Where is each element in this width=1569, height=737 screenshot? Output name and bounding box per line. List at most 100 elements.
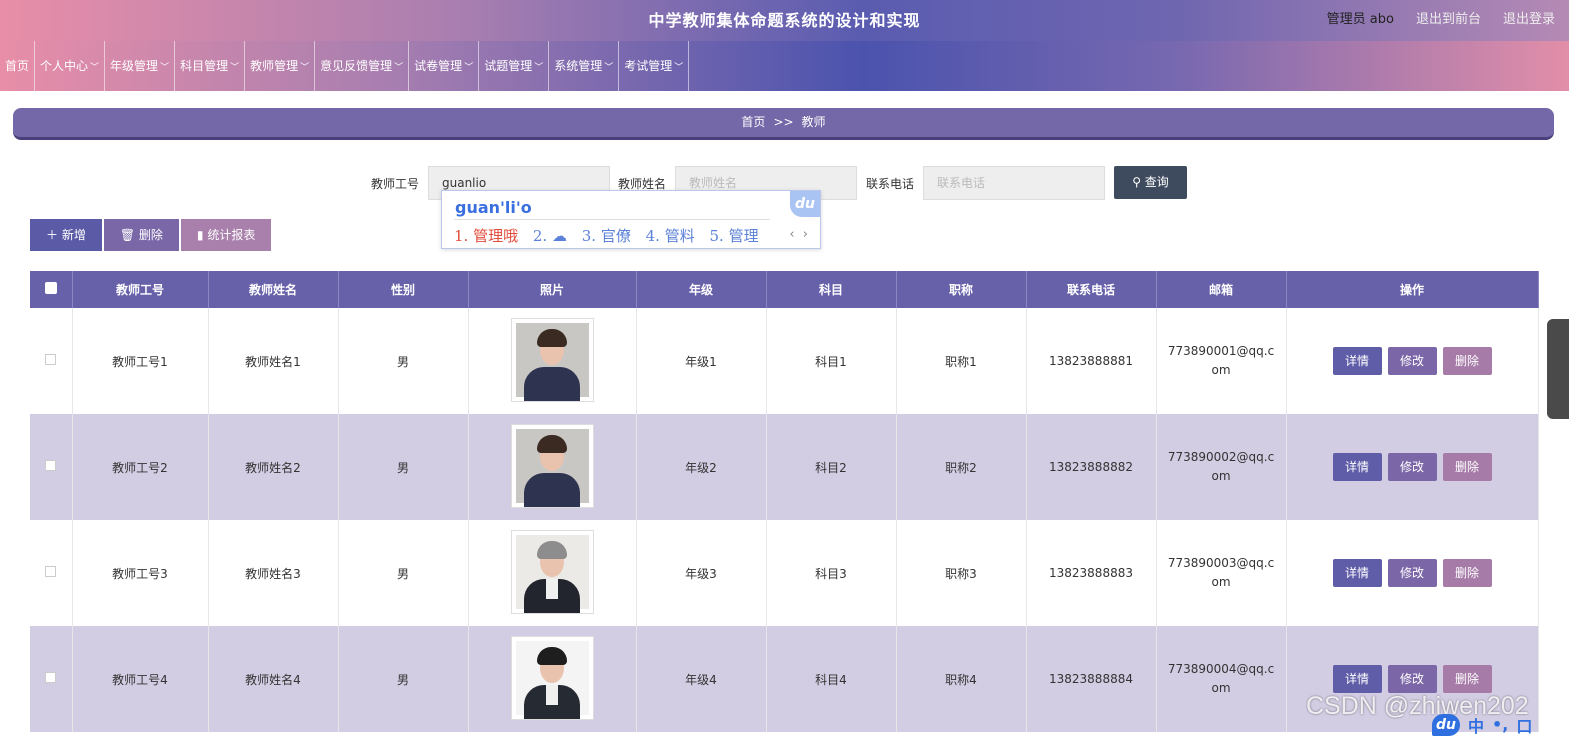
cell-phone: 13823888881 (1026, 308, 1157, 414)
user-area: 管理员 abo 退出到前台 退出登录 (1327, 8, 1555, 27)
chevron-right-icon: › (802, 227, 808, 242)
back-to-front-link[interactable]: 退出到前台 (1416, 8, 1481, 27)
nav-item-home[interactable]: 首页 (0, 41, 36, 91)
ime-tray-logo-icon[interactable]: du (1432, 713, 1460, 736)
col-header: 照片 (468, 271, 637, 308)
ime-pinyin: guan'li'o (455, 198, 532, 217)
cell-teacher-no: 教师工号2 (72, 414, 209, 520)
ime-keyboard-icon[interactable]: 口 (1516, 713, 1532, 737)
remove-button[interactable]: 删除 (1442, 665, 1492, 693)
cell-photo (468, 626, 637, 732)
detail-button[interactable]: 详情 (1332, 453, 1382, 481)
cell-teacher-no: 教师工号1 (72, 308, 209, 414)
nav-item-question[interactable]: 试题管理 ﹀ (479, 41, 550, 91)
breadcrumb-home[interactable]: 首页 (741, 115, 765, 129)
query-button[interactable]: ⚲ 查询 (1114, 166, 1187, 199)
add-button[interactable]: ＋ 新增 (30, 219, 102, 251)
cell-ops: 详情 修改 删除 (1286, 520, 1539, 626)
ime-page-arrows[interactable]: ‹ › (789, 227, 808, 242)
ime-candidate[interactable]: 3. 官僚 (582, 227, 631, 245)
row-checkbox[interactable] (30, 520, 73, 626)
cell-subject: 科目1 (766, 308, 897, 414)
edit-button[interactable]: 修改 (1387, 453, 1437, 481)
nav-item-system[interactable]: 系统管理 ﹀ (549, 41, 620, 91)
cell-grade: 年级2 (636, 414, 767, 520)
select-all-checkbox[interactable] (30, 271, 73, 308)
cell-grade: 年级4 (636, 626, 767, 732)
teacher-photo[interactable] (510, 635, 594, 720)
delete-button[interactable]: 🗑 删除 (103, 219, 179, 251)
cell-grade: 年级1 (636, 308, 767, 414)
ime-candidate[interactable]: 4. 管料 (646, 227, 695, 245)
side-drawer-handle[interactable] (1547, 319, 1569, 419)
ime-candidate[interactable]: 5. 管理 (710, 227, 759, 245)
phone-input[interactable]: 联系电话 (923, 166, 1105, 200)
plus-icon: ＋ (46, 228, 62, 242)
table-row: 教师工号2 教师姓名2 男 年级2 科目2 职称2 13823888882 77… (30, 414, 1539, 520)
table-row: 教师工号3 教师姓名3 男 年级3 科目3 职称3 13823888883 77… (30, 520, 1539, 626)
teacher-photo[interactable] (510, 317, 594, 402)
ime-candidates: 1. 管理哦 2. ☁ 3. 官僚 4. 管料 5. 管理 (454, 225, 769, 246)
ime-toolbar: du 中 •, 口 (1432, 712, 1569, 737)
nav-item-personal[interactable]: 个人中心 ﹀ (35, 41, 106, 91)
cell-email: 773890001@qq.com (1156, 308, 1287, 414)
teacher-photo[interactable] (510, 423, 594, 508)
remove-button[interactable]: 删除 (1442, 347, 1492, 375)
ime-candidate[interactable]: 1. 管理哦 (454, 227, 518, 245)
cell-teacher-no: 教师工号4 (72, 626, 209, 732)
chevron-down-icon: ﹀ (674, 63, 684, 73)
teacher-table: 教师工号 教师姓名 性别 照片 年级 科目 职称 联系电话 邮箱 操作 教师工号… (30, 271, 1539, 732)
top-header: 中学教师集体命题系统的设计和实现 管理员 abo 退出到前台 退出登录 (0, 0, 1569, 41)
nav-item-paper[interactable]: 试卷管理 ﹀ (409, 41, 480, 91)
table-row: 教师工号1 教师姓名1 男 年级1 科目1 职称1 13823888881 77… (30, 308, 1539, 414)
chevron-down-icon: ﹀ (300, 63, 310, 73)
cell-photo (468, 414, 637, 520)
breadcrumb: 首页 >> 教师 (13, 108, 1554, 140)
cell-teacher-name: 教师姓名1 (208, 308, 339, 414)
cell-grade: 年级3 (636, 520, 767, 626)
phone-label: 联系电话 (866, 177, 915, 191)
edit-button[interactable]: 修改 (1387, 347, 1437, 375)
col-header: 操作 (1286, 271, 1539, 308)
col-header: 性别 (338, 271, 469, 308)
detail-button[interactable]: 详情 (1332, 559, 1382, 587)
ime-logo-icon: du (790, 191, 820, 217)
detail-button[interactable]: 详情 (1332, 665, 1382, 693)
cell-subject: 科目4 (766, 626, 897, 732)
teacher-photo[interactable] (510, 529, 594, 614)
ime-candidate[interactable]: 2. ☁ (533, 227, 567, 245)
chevron-left-icon: ‹ (789, 227, 795, 242)
ime-candidate-popup[interactable]: guan'li'o 1. 管理哦 2. ☁ 3. 官僚 4. 管料 5. 管理 … (441, 190, 821, 249)
cell-ops: 详情 修改 删除 (1286, 414, 1539, 520)
nav-item-exam[interactable]: 考试管理 ﹀ (619, 41, 690, 91)
cell-gender: 男 (338, 414, 469, 520)
nav-item-teacher[interactable]: 教师管理 ﹀ (245, 41, 316, 91)
logout-link[interactable]: 退出登录 (1503, 8, 1555, 27)
row-checkbox[interactable] (30, 626, 73, 732)
row-checkbox[interactable] (30, 308, 73, 414)
action-toolbar: ＋ 新增 🗑 删除 ▮ 统计报表 (30, 219, 272, 251)
row-checkbox[interactable] (30, 414, 73, 520)
nav-item-subject[interactable]: 科目管理 ﹀ (175, 41, 246, 91)
col-header: 年级 (636, 271, 767, 308)
cell-phone: 13823888884 (1026, 626, 1157, 732)
chevron-down-icon: ﹀ (90, 63, 100, 73)
trash-icon: 🗑 (119, 228, 139, 242)
nav-item-feedback[interactable]: 意见反馈管理 ﹀ (315, 41, 410, 91)
remove-button[interactable]: 删除 (1442, 453, 1492, 481)
search-icon: ⚲ (1132, 175, 1145, 189)
main-nav: 首页 个人中心 ﹀ 年级管理 ﹀ 科目管理 ﹀ 教师管理 ﹀ 意见反馈管理 ﹀ 试卷管理 ﹀… (0, 41, 1569, 91)
cell-teacher-name: 教师姓名2 (208, 414, 339, 520)
ime-punct-toggle[interactable]: •, (1492, 715, 1508, 734)
cell-gender: 男 (338, 308, 469, 414)
detail-button[interactable]: 详情 (1332, 347, 1382, 375)
edit-button[interactable]: 修改 (1387, 559, 1437, 587)
ime-lang-toggle[interactable]: 中 (1468, 713, 1484, 737)
cell-title: 职称2 (896, 414, 1027, 520)
nav-item-grade[interactable]: 年级管理 ﹀ (105, 41, 176, 91)
edit-button[interactable]: 修改 (1387, 665, 1437, 693)
cell-photo (468, 520, 637, 626)
report-button[interactable]: ▮ 统计报表 (180, 219, 272, 251)
remove-button[interactable]: 删除 (1442, 559, 1492, 587)
cell-teacher-name: 教师姓名3 (208, 520, 339, 626)
